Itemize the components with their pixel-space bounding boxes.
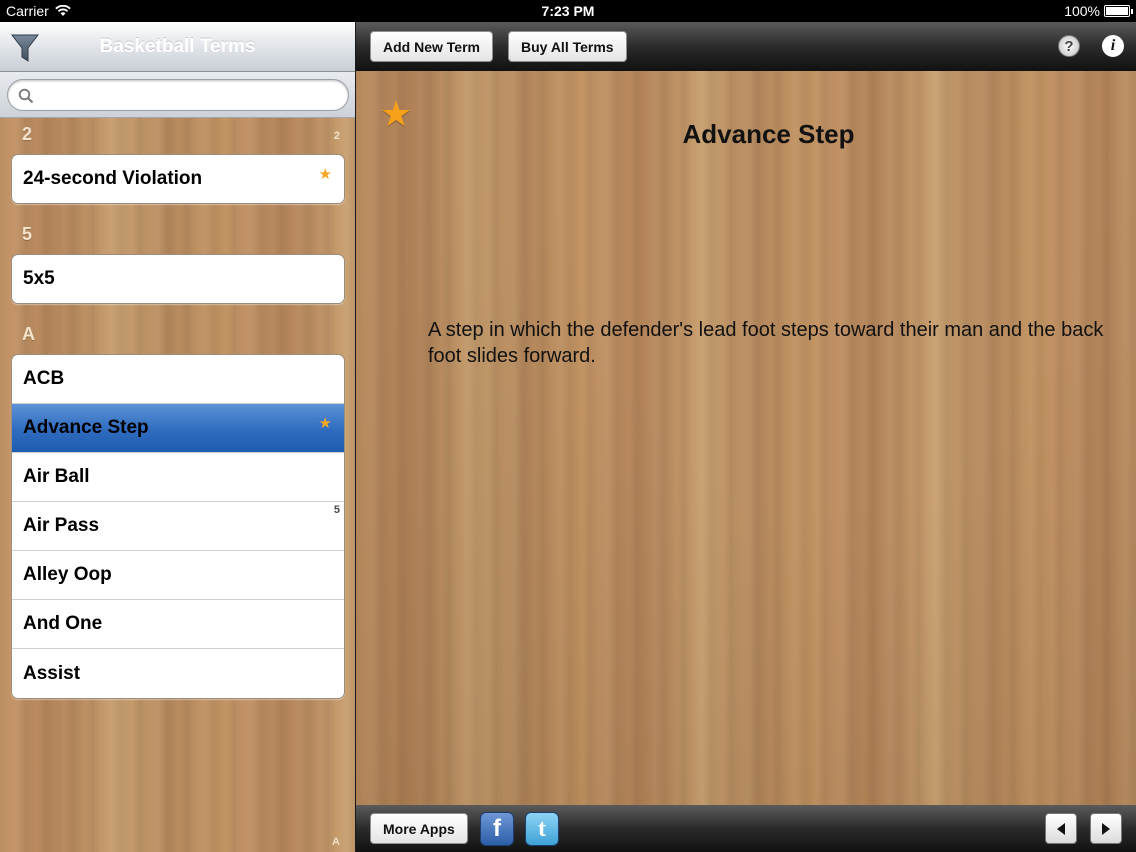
- terms-sidebar: Basketball Terms 2 2 24-second Violation…: [0, 22, 355, 852]
- section-index-a[interactable]: A: [332, 836, 340, 848]
- list-item-label: Alley Oop: [23, 564, 112, 585]
- list-item-label: And One: [23, 613, 103, 634]
- list-item[interactable]: 5x5: [12, 255, 344, 303]
- status-bar: Carrier 7:23 PM 100%: [0, 0, 1136, 22]
- sidebar-header: Basketball Terms: [0, 22, 355, 72]
- twitter-icon[interactable]: t: [525, 812, 559, 846]
- list-item[interactable]: ACB: [12, 355, 344, 404]
- search-icon: [18, 88, 34, 104]
- section-header-2: 2: [22, 124, 33, 144]
- previous-term-button[interactable]: [1045, 813, 1077, 844]
- list-item-label: Air Ball: [23, 466, 90, 487]
- list-item-label: ACB: [23, 368, 65, 389]
- wifi-icon: [54, 5, 71, 16]
- carrier-label: Carrier: [6, 3, 49, 19]
- section-group-2: 24-second Violation ★: [11, 154, 345, 204]
- facebook-icon[interactable]: f: [480, 812, 514, 846]
- list-item-label: Assist: [23, 662, 81, 684]
- arrow-left-icon: [1057, 822, 1065, 835]
- search-bar: [0, 72, 355, 118]
- terms-list[interactable]: 2 2 24-second Violation ★ 5 5x5 A ACB Ad…: [0, 118, 355, 852]
- list-item[interactable]: Alley Oop: [12, 551, 344, 600]
- more-apps-button[interactable]: More Apps: [370, 813, 468, 844]
- battery-icon: [1104, 5, 1133, 17]
- section-header-5: 5: [22, 224, 33, 244]
- section-header-a: A: [22, 324, 35, 344]
- status-time: 7:23 PM: [541, 3, 595, 19]
- buy-all-terms-button[interactable]: Buy All Terms: [508, 31, 627, 62]
- favorite-star-icon: ★: [318, 166, 332, 183]
- list-item[interactable]: 24-second Violation ★: [12, 155, 344, 203]
- list-item-selected[interactable]: Advance Step ★: [12, 404, 344, 453]
- search-input[interactable]: [42, 85, 338, 105]
- add-new-term-button[interactable]: Add New Term: [370, 31, 493, 62]
- bottom-toolbar: More Apps f t: [356, 805, 1136, 852]
- list-item[interactable]: Assist: [12, 649, 344, 698]
- list-item[interactable]: And One: [12, 600, 344, 649]
- list-item[interactable]: Air Ball: [12, 453, 344, 502]
- search-field[interactable]: [7, 79, 349, 111]
- list-item[interactable]: Air Pass: [12, 502, 344, 551]
- section-group-5: 5x5: [11, 254, 345, 304]
- list-item-label: 5x5: [23, 268, 55, 289]
- carrier-info: Carrier: [6, 3, 71, 19]
- help-icon[interactable]: ?: [1058, 35, 1080, 57]
- section-group-a: ACB Advance Step ★ Air Ball Air Pass All…: [11, 354, 345, 699]
- term-title: Advance Step: [682, 119, 855, 149]
- term-detail-panel: Add New Term Buy All Terms ? i ★ Advance…: [356, 22, 1136, 852]
- section-index-5[interactable]: 5: [334, 504, 340, 516]
- section-index-2[interactable]: 2: [334, 130, 340, 142]
- info-icon[interactable]: i: [1102, 35, 1124, 57]
- term-definition: A step in which the defender's lead foot…: [428, 319, 1104, 367]
- arrow-right-icon: [1102, 822, 1110, 835]
- battery-status: 100%: [1064, 3, 1133, 19]
- sidebar-title: Basketball Terms: [99, 36, 256, 57]
- favorite-star-icon: ★: [318, 415, 332, 432]
- list-item-label: Air Pass: [23, 515, 100, 536]
- top-toolbar: Add New Term Buy All Terms ? i: [356, 22, 1136, 71]
- next-term-button[interactable]: [1090, 813, 1122, 844]
- list-item-label: Advance Step: [23, 417, 149, 438]
- term-content: ★ Advance Step A step in which the defen…: [356, 71, 1136, 805]
- list-item-label: 24-second Violation: [23, 168, 203, 189]
- battery-percent: 100%: [1064, 3, 1100, 19]
